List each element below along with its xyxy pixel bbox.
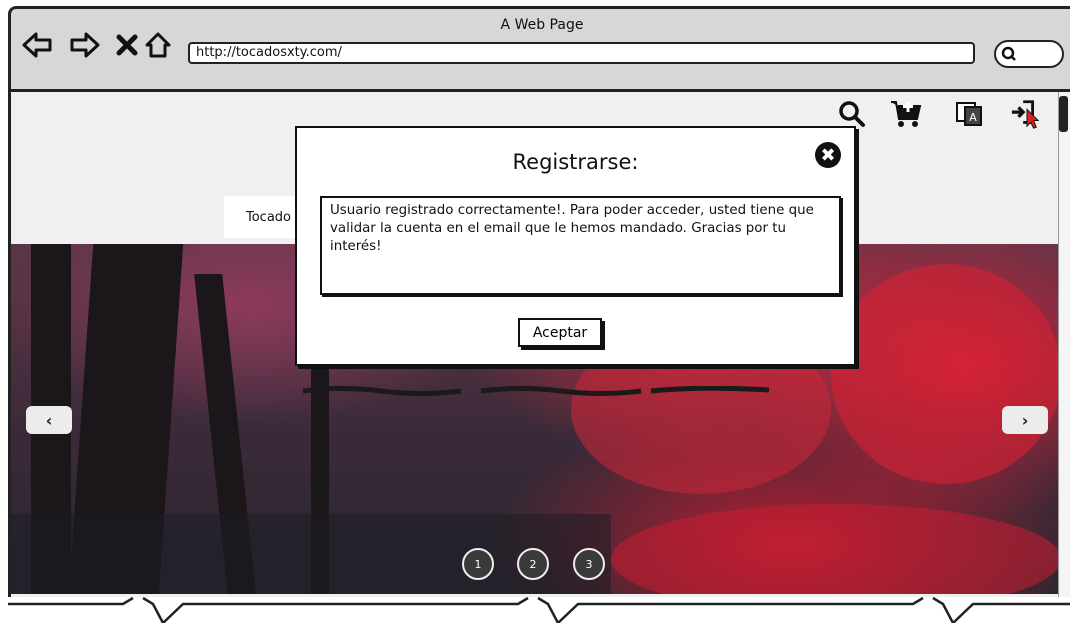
stop-icon[interactable] <box>112 30 142 60</box>
login-icon[interactable] <box>1010 98 1042 130</box>
section-divider <box>8 596 1070 623</box>
carousel-next-button[interactable]: › <box>1002 406 1048 434</box>
carousel-page-1[interactable]: 1 <box>462 548 494 580</box>
scrollbar-thumb[interactable] <box>1059 96 1068 132</box>
red-ground <box>611 504 1058 594</box>
browser-search-input[interactable] <box>994 40 1064 68</box>
svg-text:A: A <box>969 111 977 124</box>
back-icon[interactable] <box>22 30 52 60</box>
url-input[interactable]: http://tocadosxty.com/ <box>188 42 975 64</box>
scrollbar[interactable] <box>1058 92 1070 597</box>
register-modal: Registrarse: ✖ Usuario registrado correc… <box>295 126 856 366</box>
browser-search-icon <box>1000 45 1018 67</box>
close-icon[interactable]: ✖ <box>815 142 841 168</box>
carousel-page-3[interactable]: 3 <box>573 548 605 580</box>
accept-button[interactable]: Aceptar <box>518 318 602 347</box>
home-icon[interactable] <box>143 30 173 60</box>
carousel-page-2[interactable]: 2 <box>517 548 549 580</box>
modal-title: Registrarse: <box>512 150 639 174</box>
translate-icon[interactable]: A <box>952 98 984 130</box>
add-to-cart-icon[interactable] <box>890 98 922 130</box>
forward-icon[interactable] <box>70 30 100 60</box>
hero-caption-scribble <box>302 386 770 396</box>
red-foliage <box>831 264 1058 484</box>
modal-message: Usuario registrado correctamente!. Para … <box>320 196 841 295</box>
carousel-prev-button[interactable]: ‹ <box>26 406 72 434</box>
